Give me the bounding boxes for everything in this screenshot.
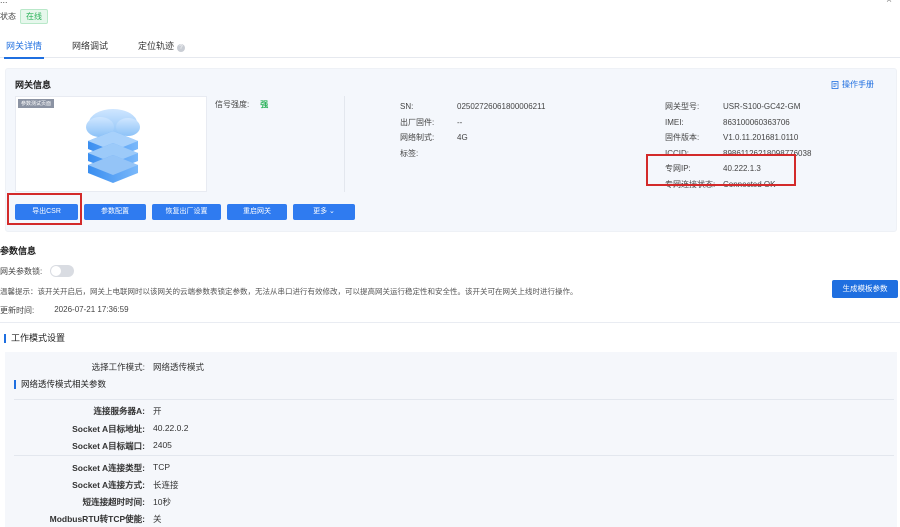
info-row-tag: 标签:: [400, 146, 545, 162]
cloud-server-icon: [86, 109, 140, 183]
work-mode-key: 选择工作模式:: [91, 362, 145, 372]
tab-gateway-details[interactable]: 网关详情: [3, 38, 45, 59]
top-bar: ... ×: [0, 0, 900, 8]
info-row-imei: IMEI: 863100060363706: [665, 115, 811, 131]
work-mode-panel: 选择工作模式: 网络透传模式 网络透传模式相关参数 连接服务器A: 开 Socke…: [5, 352, 897, 527]
info-value: 863100060363706: [723, 117, 790, 127]
tab-label: 网络调试: [72, 41, 109, 51]
info-key: 出厂固件:: [400, 117, 435, 127]
factory-reset-button[interactable]: 恢复出厂设置: [152, 204, 221, 220]
info-value: USR-S100-GC42-GM: [723, 102, 801, 112]
param-key: 短连接超时时间:: [82, 497, 145, 507]
param-row: Socket A目标地址: 40.22.0.2: [5, 423, 188, 435]
param-lock-label: 网关参数锁:: [0, 266, 43, 276]
status-label: 状态: [0, 12, 16, 21]
work-mode-row: 选择工作模式: 网络透传模式: [5, 361, 204, 373]
param-key: Socket A目标端口:: [72, 441, 145, 451]
param-value: 40.22.0.2: [153, 423, 189, 433]
help-icon[interactable]: ?: [177, 44, 186, 52]
transparent-mode-subtitle: 网络透传模式相关参数: [14, 380, 106, 389]
params-title: 参数信息: [0, 246, 37, 256]
section-divider: [0, 322, 900, 323]
param-key: Socket A连接方式:: [72, 480, 145, 490]
param-value: 关: [153, 514, 162, 524]
update-time-value: 2026-07-21 17:36:59: [54, 305, 129, 314]
generate-template-button[interactable]: 生成模板参数: [832, 280, 898, 298]
update-time-row: 更新时间: 2026-07-21 17:36:59: [0, 305, 129, 316]
work-mode-value[interactable]: 网络透传模式: [153, 361, 204, 373]
info-key: 网络制式:: [400, 133, 435, 143]
gateway-info-card: 网关信息 操作手册 参数测试页面 信号强度: 强 SN: 025027260618…: [5, 68, 897, 232]
tab-network-debug[interactable]: 网络调试: [72, 38, 108, 58]
manual-link-label: 操作手册: [842, 80, 874, 89]
param-lock-tip: 温馨提示：该开关开启后，网关上电联网时以该网关的云端参数表锁定参数，无法从串口进…: [0, 287, 578, 296]
tab-bar: 网关详情 网络调试 定位轨迹?: [0, 38, 900, 59]
status-badge: 在线: [20, 9, 48, 24]
param-row: ModbusRTU转TCP使能: 关: [5, 513, 162, 525]
param-key: Socket A目标地址:: [72, 424, 145, 434]
panel-divider: [14, 399, 894, 400]
param-row: Socket A目标端口: 2405: [5, 440, 172, 452]
info-column-1: SN: 02502726061800006211 出厂固件: -- 网络制式: 4G …: [400, 99, 545, 161]
tab-label: 网关详情: [6, 41, 43, 51]
param-config-button[interactable]: 参数配置: [84, 204, 146, 220]
status-row: 状态 在线: [0, 9, 48, 24]
highlight-box-export-csr: [7, 193, 82, 225]
info-key: 网关型号:: [665, 102, 700, 112]
chevron-down-icon: ⌄: [329, 208, 335, 215]
restart-gateway-button[interactable]: 重启网关: [227, 204, 287, 220]
update-time-label: 更新时间:: [0, 306, 35, 315]
param-key: Socket A连接类型:: [72, 463, 145, 473]
more-button[interactable]: 更多 ⌄: [293, 204, 355, 220]
device-tag: 参数测试页面: [18, 99, 55, 108]
info-row-factory-firmware: 出厂固件: --: [400, 115, 545, 131]
param-key: 连接服务器A:: [93, 406, 145, 416]
close-icon[interactable]: ×: [886, 0, 892, 6]
highlight-box-private-network: [646, 154, 796, 186]
info-row-model: 网关型号: USR-S100-GC42-GM: [665, 99, 811, 115]
info-value: 02502726061800006211: [457, 102, 546, 112]
gateway-info-title: 网关信息: [15, 80, 52, 90]
more-label: 更多: [313, 208, 328, 215]
param-value: 长连接: [153, 480, 179, 490]
toggle-knob: [51, 266, 62, 276]
info-row-network-mode: 网络制式: 4G: [400, 130, 545, 146]
param-row: Socket A连接方式: 长连接: [5, 479, 179, 491]
signal-strength: 信号强度: 强: [215, 99, 268, 110]
document-icon: [831, 80, 839, 89]
param-row: Socket A连接类型: TCP: [5, 462, 170, 474]
signal-label: 信号强度:: [215, 100, 250, 109]
param-value: 2405: [153, 440, 172, 450]
param-row: 连接服务器A: 开: [5, 405, 162, 417]
param-lock-toggle[interactable]: [50, 265, 75, 277]
param-value: 开: [153, 406, 162, 416]
info-value: --: [457, 117, 463, 127]
info-row-firmware-version: 固件版本: V1.0.11.201681.0110: [665, 130, 811, 146]
work-mode-title: 工作模式设置: [4, 334, 65, 343]
info-key: 标签:: [400, 148, 419, 158]
param-key: ModbusRTU转TCP使能:: [49, 514, 145, 524]
signal-value: 强: [260, 100, 269, 109]
info-key: 固件版本:: [665, 133, 700, 143]
tab-label: 定位轨迹: [138, 41, 175, 51]
param-row: 短连接超时时间: 10秒: [5, 496, 171, 508]
device-image: 参数测试页面: [15, 96, 207, 192]
param-value: 10秒: [153, 497, 171, 507]
manual-link[interactable]: 操作手册: [831, 79, 874, 90]
panel-divider: [14, 455, 894, 456]
info-row-sn: SN: 02502726061800006211: [400, 99, 545, 115]
info-key: IMEI:: [665, 117, 684, 127]
tab-location-track[interactable]: 定位轨迹?: [138, 38, 186, 58]
info-key: SN:: [400, 102, 414, 112]
info-value: V1.0.11.201681.0110: [723, 133, 799, 143]
column-divider: [344, 96, 345, 192]
param-lock-row: 网关参数锁:: [0, 265, 75, 277]
info-value: 4G: [457, 133, 468, 143]
window-title: ...: [0, 0, 8, 5]
param-value: TCP: [153, 462, 170, 472]
